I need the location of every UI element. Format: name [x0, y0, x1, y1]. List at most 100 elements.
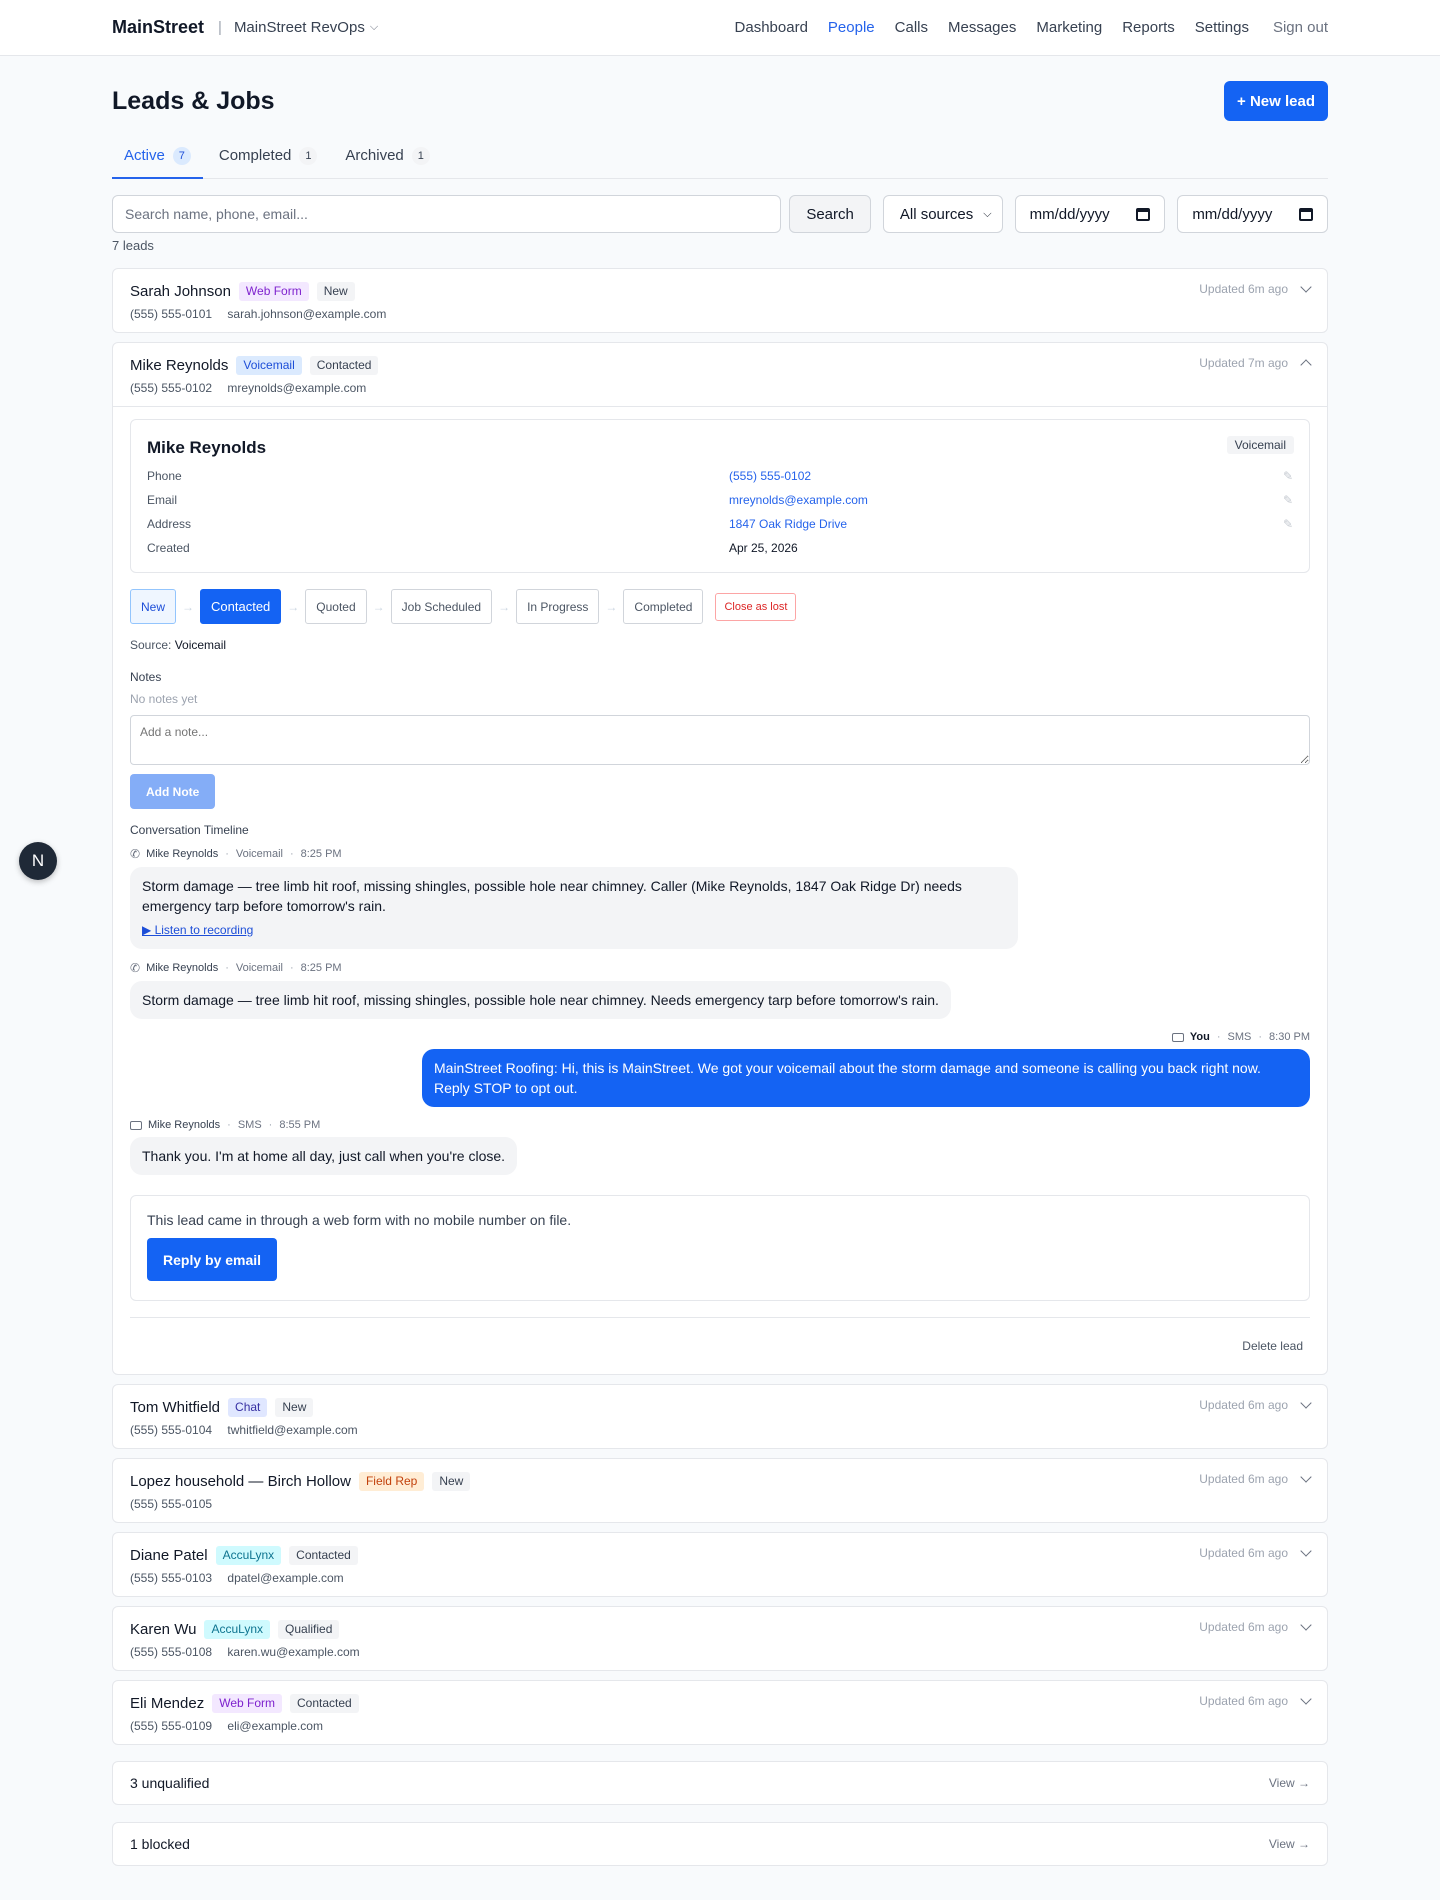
stage-quoted[interactable]: Quoted [305, 589, 367, 624]
delete-row: Delete lead [130, 1318, 1310, 1374]
nav-marketing[interactable]: Marketing [1036, 19, 1102, 36]
updated-time: Updated 6m ago [1199, 1694, 1288, 1708]
stage-new[interactable]: New [130, 589, 177, 624]
stage-job-scheduled[interactable]: Job Scheduled [390, 589, 493, 624]
lead-name: Sarah Johnson [130, 283, 231, 300]
floating-dev-badge[interactable]: N [19, 842, 57, 880]
nav-reports[interactable]: Reports [1122, 19, 1175, 36]
org-switcher[interactable]: MainStreet RevOps ⌵ [234, 19, 378, 36]
search-input[interactable] [112, 195, 782, 233]
lead-header[interactable]: Karen Wu AccuLynx Qualified (555) 555-01… [113, 1607, 1327, 1670]
detail-row-address: Address 1847 Oak Ridge Drive ✎ [147, 512, 1293, 536]
chevron-down-icon[interactable] [1300, 1693, 1312, 1705]
updated-time: Updated 6m ago [1199, 1398, 1288, 1412]
stage-contacted[interactable]: Contacted [200, 589, 282, 624]
tab-label: Archived [345, 147, 404, 164]
lead-name: Karen Wu [130, 1621, 197, 1638]
nav-calls[interactable]: Calls [895, 19, 928, 36]
unqualified-summary[interactable]: 3 unqualified View → [112, 1761, 1328, 1805]
sign-out-link[interactable]: Sign out [1273, 19, 1328, 36]
chevron-down-icon: ⌵ [983, 207, 992, 220]
note-textarea[interactable] [130, 715, 1310, 765]
lead-count: 7 leads [112, 238, 154, 253]
phone-icon: ✆ [130, 961, 141, 975]
calendar-icon[interactable] [1136, 207, 1151, 221]
timeline-message: ✆ Mike Reynolds · Voicemail · 8:25 PM St… [130, 961, 1310, 1019]
lead-name: Eli Mendez [130, 1695, 205, 1712]
message-meta: You · SMS · 8:30 PM [1171, 1031, 1310, 1043]
lead-header[interactable]: Mike Reynolds Voicemail Contacted (555) … [113, 343, 1327, 406]
chevron-down-icon[interactable] [1300, 1397, 1312, 1409]
meta-dot: · [268, 1119, 273, 1131]
email-link[interactable]: mreynolds@example.com [729, 493, 1283, 507]
chevron-up-icon[interactable] [1300, 359, 1312, 371]
source-select[interactable]: All sources ⌵ [882, 195, 1003, 233]
lead-card-expanded: Mike Reynolds Voicemail Contacted (555) … [112, 342, 1328, 1375]
close-as-lost-button[interactable]: Close as lost [715, 592, 797, 621]
status-badge: Contacted [290, 1694, 359, 1713]
source-line: Source: Voicemail [130, 638, 1310, 652]
blocked-summary[interactable]: 1 blocked View → [112, 1822, 1328, 1866]
field-label: Address [147, 517, 192, 531]
nav-dashboard[interactable]: Dashboard [735, 19, 808, 36]
lead-card[interactable]: Lopez household — Birch Hollow Field Rep… [112, 1458, 1328, 1523]
new-lead-button[interactable]: + New lead [1224, 81, 1328, 121]
detail-row-phone: Phone (555) 555-0102 ✎ [147, 464, 1293, 488]
lead-header[interactable]: Diane Patel AccuLynx Contacted (555) 555… [113, 1533, 1327, 1596]
stage-completed[interactable]: Completed [623, 589, 704, 624]
timeline-message-outgoing: You · SMS · 8:30 PM MainStreet Roofing: … [130, 1019, 1310, 1107]
chevron-down-icon[interactable] [1300, 1619, 1312, 1631]
chevron-down-icon[interactable] [1300, 281, 1312, 293]
message-time: 8:30 PM [1269, 1031, 1310, 1043]
lead-card[interactable]: Tom Whitfield Chat New (555) 555-0104 tw… [112, 1384, 1328, 1449]
lead-card[interactable]: Sarah Johnson Web Form New (555) 555-010… [112, 268, 1328, 333]
search-button[interactable]: Search [789, 195, 871, 233]
add-note-button[interactable]: Add Note [130, 774, 216, 809]
stage-in-progress[interactable]: In Progress [516, 589, 600, 624]
nav-messages[interactable]: Messages [948, 19, 1016, 36]
delete-lead-button[interactable]: Delete lead [1242, 1339, 1303, 1353]
nav-settings[interactable]: Settings [1195, 19, 1249, 36]
status-badge: New [316, 282, 355, 301]
edit-icon[interactable]: ✎ [1283, 493, 1293, 507]
listen-recording-link[interactable]: ▶ Listen to recording [142, 920, 1006, 940]
tab-count: 1 [299, 147, 318, 165]
chevron-down-icon[interactable] [1300, 1471, 1312, 1483]
arrow-right-icon: → [372, 599, 385, 614]
chevron-down-icon[interactable] [1300, 1545, 1312, 1557]
detail-row-created: Created Apr 25, 2026 [147, 536, 1293, 560]
lead-card[interactable]: Eli Mendez Web Form Contacted (555) 555-… [112, 1680, 1328, 1745]
lead-phone: (555) 555-0101 [130, 307, 213, 321]
arrow-right-icon: → [182, 599, 195, 614]
date-from-input[interactable]: mm/dd/yyyy [1014, 195, 1166, 233]
edit-icon[interactable]: ✎ [1283, 469, 1293, 483]
phone-link[interactable]: (555) 555-0102 [729, 469, 1283, 483]
source-badge: AccuLynx [215, 1546, 282, 1565]
lead-header[interactable]: Eli Mendez Web Form Contacted (555) 555-… [113, 1681, 1327, 1744]
lead-card[interactable]: Karen Wu AccuLynx Qualified (555) 555-01… [112, 1606, 1328, 1671]
reply-by-email-button[interactable]: Reply by email [147, 1238, 278, 1281]
status-badge: Qualified [278, 1620, 340, 1639]
email-notice-text: This lead came in through a web form wit… [147, 1212, 572, 1228]
address-link[interactable]: 1847 Oak Ridge Drive [729, 517, 1283, 531]
lead-email: twhitfield@example.com [227, 1423, 358, 1437]
date-to-input[interactable]: mm/dd/yyyy [1177, 195, 1328, 233]
calendar-icon[interactable] [1299, 207, 1313, 221]
nav-people[interactable]: People [828, 19, 875, 36]
source-badge: Web Form [212, 1694, 282, 1713]
lead-header[interactable]: Tom Whitfield Chat New (555) 555-0104 tw… [113, 1385, 1327, 1448]
brand-logo-text[interactable]: MainStreet [112, 17, 204, 38]
tab-active[interactable]: Active 7 [112, 147, 203, 179]
view-blocked-link[interactable]: View → [1269, 1837, 1310, 1851]
lead-card[interactable]: Diane Patel AccuLynx Contacted (555) 555… [112, 1532, 1328, 1597]
tab-completed[interactable]: Completed 1 [207, 147, 330, 179]
updated-time: Updated 6m ago [1199, 1472, 1288, 1486]
tab-archived[interactable]: Archived 1 [333, 147, 441, 179]
lead-header[interactable]: Lopez household — Birch Hollow Field Rep… [113, 1459, 1327, 1522]
main-nav: Dashboard People Calls Messages Marketin… [715, 19, 1328, 36]
lead-header[interactable]: Sarah Johnson Web Form New (555) 555-010… [113, 269, 1327, 332]
view-unqualified-link[interactable]: View → [1269, 1776, 1310, 1790]
source-badge: Voicemail [236, 356, 302, 375]
edit-icon[interactable]: ✎ [1283, 517, 1293, 531]
notes-heading: Notes [130, 670, 162, 684]
